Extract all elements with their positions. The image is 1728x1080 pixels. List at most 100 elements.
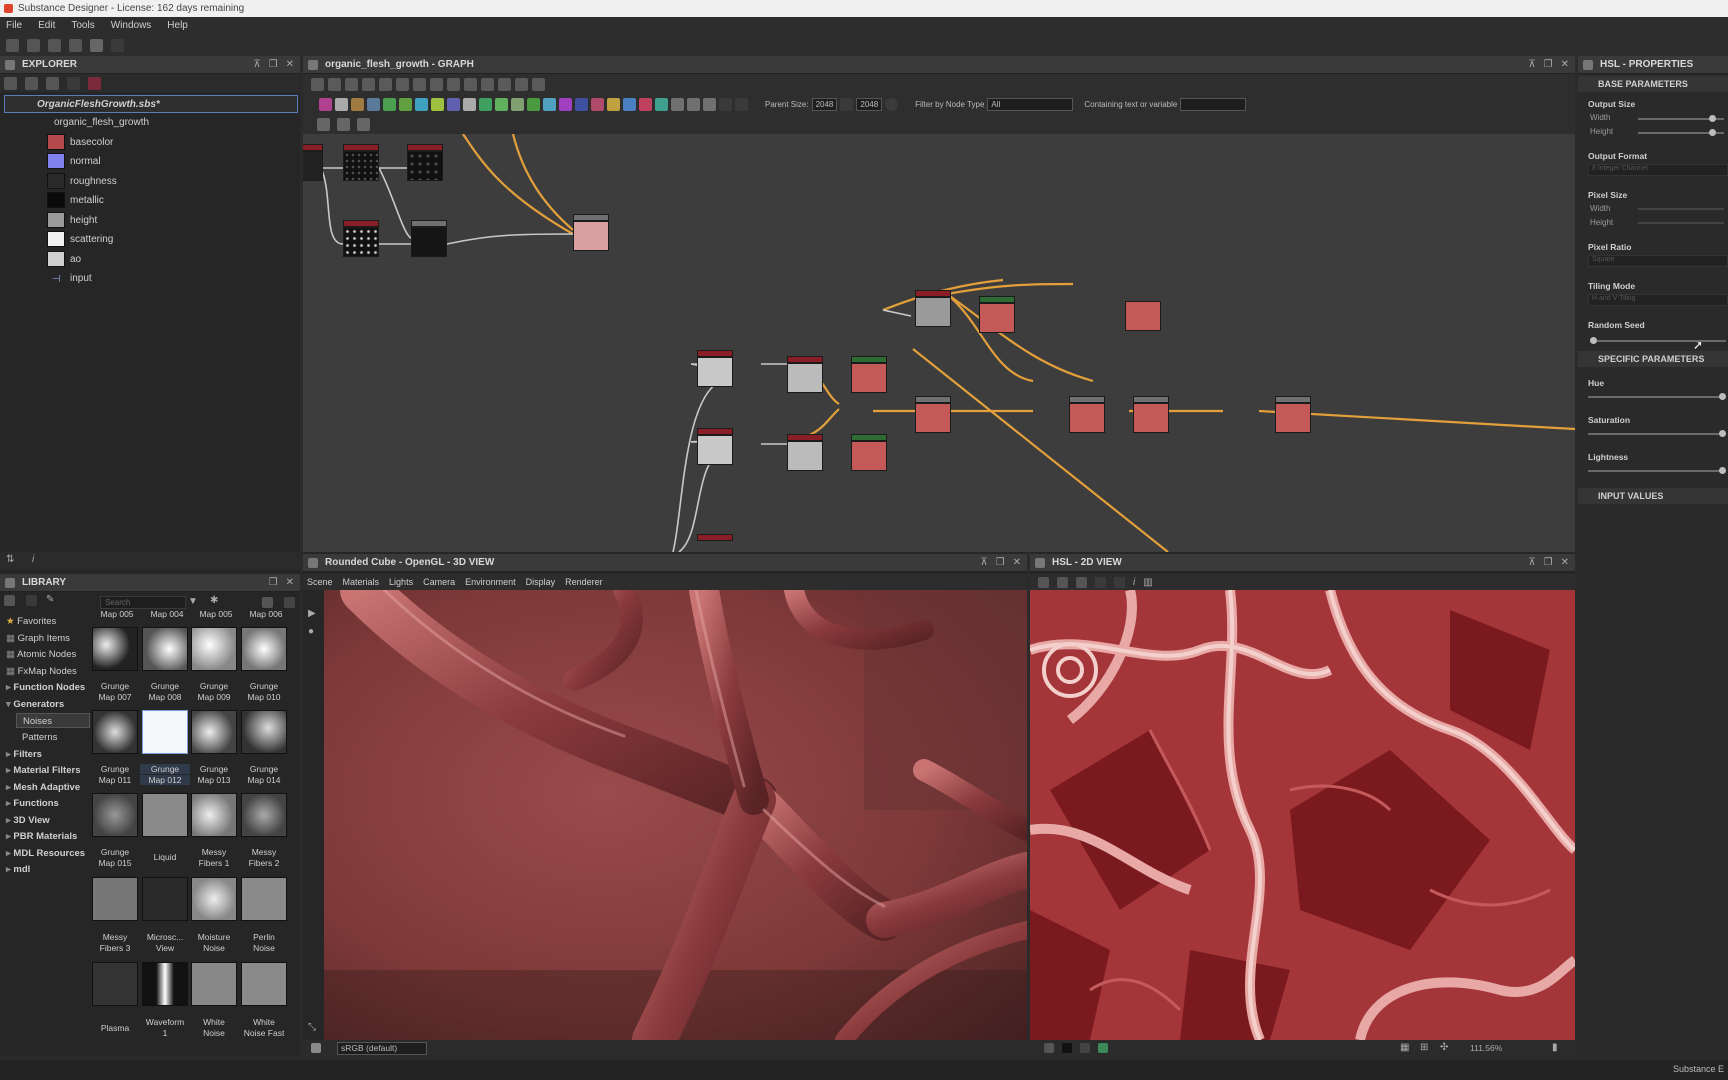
- save-icon[interactable]: [69, 38, 82, 52]
- thumb-moisture-noise[interactable]: [191, 877, 237, 921]
- menu-windows[interactable]: Windows: [111, 20, 152, 31]
- graph-node[interactable]: [915, 396, 951, 440]
- fit-icon[interactable]: [317, 118, 330, 131]
- output-height[interactable]: height: [70, 212, 97, 230]
- close-icon[interactable]: ✕: [1561, 554, 1569, 572]
- thumb-grunge-map-012[interactable]: [142, 710, 188, 754]
- category-favorites[interactable]: ★ Favorites: [6, 614, 56, 629]
- target-icon[interactable]: [515, 77, 528, 91]
- output-metallic[interactable]: metallic: [70, 192, 104, 210]
- refresh-icon[interactable]: [25, 76, 38, 90]
- node-pixel-icon[interactable]: [591, 97, 604, 111]
- random-seed-slider[interactable]: [1590, 337, 1726, 344]
- menu-lights[interactable]: Lights: [389, 577, 413, 587]
- node-blur-icon[interactable]: [495, 97, 508, 111]
- menu-edit[interactable]: Edit: [38, 20, 55, 31]
- category-3d-view[interactable]: ▸ 3D View: [6, 813, 50, 828]
- link-size-icon[interactable]: [840, 97, 854, 111]
- lightness-slider[interactable]: [1588, 467, 1726, 474]
- new-graph-icon[interactable]: [27, 38, 40, 52]
- graph-node[interactable]: [979, 296, 1015, 340]
- tile-icon[interactable]: [1098, 1043, 1108, 1053]
- checker-icon[interactable]: [1080, 1043, 1090, 1053]
- open-icon[interactable]: [48, 38, 61, 52]
- thumb-grunge-map-015[interactable]: [92, 793, 138, 837]
- grid-icon[interactable]: [430, 77, 443, 91]
- thumb-white-noise-fast[interactable]: [241, 962, 287, 1006]
- undo-icon[interactable]: [90, 38, 103, 52]
- fit-view-icon[interactable]: [1038, 576, 1049, 588]
- background-icon[interactable]: [1062, 1043, 1072, 1053]
- category-material-filters[interactable]: ▸ Material Filters: [6, 763, 80, 778]
- connect-icon[interactable]: [464, 77, 477, 91]
- float-icon[interactable]: ❐: [1544, 56, 1553, 74]
- align-icon[interactable]: [328, 77, 341, 91]
- category-fxmap-nodes[interactable]: ▦ FxMap Nodes: [6, 664, 77, 679]
- close-icon[interactable]: ✕: [1561, 56, 1569, 74]
- output-format-dropdown[interactable]: 8 Integer Channel: [1588, 164, 1728, 176]
- thumb-perlin-noise[interactable]: [241, 877, 287, 921]
- thumb-messy-fibers-2[interactable]: [241, 793, 287, 837]
- menu-environment[interactable]: Environment: [465, 577, 516, 587]
- category-filters[interactable]: ▸ Filters: [6, 747, 42, 762]
- funnel-icon[interactable]: ▼: [188, 596, 198, 607]
- node-fxmap-icon[interactable]: [575, 97, 588, 111]
- node-hsl-icon[interactable]: [447, 97, 460, 111]
- hash-icon[interactable]: [532, 77, 545, 91]
- graph-node[interactable]: [697, 350, 733, 394]
- graph-node[interactable]: [787, 356, 823, 400]
- new-package-icon[interactable]: [6, 38, 19, 52]
- star-filter-icon[interactable]: ✱: [210, 595, 218, 606]
- height-slider[interactable]: [1638, 129, 1724, 136]
- node-svg-icon[interactable]: [639, 97, 652, 111]
- pin-icon[interactable]: ⊼: [1528, 56, 1535, 74]
- category-noises[interactable]: Noises: [16, 713, 90, 728]
- thumb-microscope-view[interactable]: [142, 877, 188, 921]
- graph-node[interactable]: [1125, 294, 1161, 338]
- remove-icon[interactable]: [88, 76, 101, 90]
- library-add-icon[interactable]: [26, 595, 37, 606]
- category-patterns[interactable]: Patterns: [22, 730, 57, 745]
- 3d-viewport[interactable]: [324, 590, 1027, 1040]
- tool-icon[interactable]: [498, 77, 511, 91]
- output-scattering[interactable]: scattering: [70, 231, 113, 249]
- reset-icon[interactable]: [885, 97, 899, 111]
- node-dots-icon[interactable]: [703, 97, 716, 111]
- frame-icon[interactable]: [311, 77, 324, 91]
- thumb-grunge-map-011[interactable]: [92, 710, 138, 754]
- view-mode-icon[interactable]: [262, 597, 273, 608]
- hue-slider[interactable]: [1588, 393, 1726, 400]
- float-icon[interactable]: ❐: [269, 574, 278, 592]
- output-roughness[interactable]: roughness: [70, 173, 117, 191]
- cycle-icon[interactable]: [481, 77, 494, 91]
- node-uniform-icon[interactable]: [479, 97, 492, 111]
- thumb-white-noise[interactable]: [191, 962, 237, 1006]
- graph-node[interactable]: [1275, 396, 1311, 440]
- category-mesh-adaptive[interactable]: ▸ Mesh Adaptive: [6, 780, 80, 795]
- channel-icon[interactable]: [1044, 1043, 1054, 1053]
- info-icon[interactable]: i: [1133, 577, 1135, 588]
- node-sharpen-icon[interactable]: [511, 97, 524, 111]
- node-warp-icon[interactable]: [527, 97, 540, 111]
- graph-item[interactable]: organic_flesh_growth: [22, 114, 149, 132]
- node-levels-icon[interactable]: [399, 97, 412, 111]
- size-dropdown[interactable]: 2048: [856, 97, 883, 111]
- thumb-grunge-map-014[interactable]: [241, 710, 287, 754]
- thumb-plasma[interactable]: [92, 962, 138, 1006]
- zoom-level[interactable]: 111.56%: [1470, 1043, 1502, 1053]
- category-pbr-materials[interactable]: ▸ PBR Materials: [6, 829, 77, 844]
- pin-icon[interactable]: ⊼: [253, 56, 260, 74]
- node-grid-icon[interactable]: [463, 97, 476, 111]
- save-image-icon[interactable]: [1057, 576, 1068, 588]
- histogram-icon[interactable]: ▥: [1143, 577, 1152, 588]
- thumb-grunge-map-008[interactable]: [142, 627, 188, 671]
- expand-icon[interactable]: ⤡: [308, 1022, 316, 1033]
- thumb-grunge-map-007[interactable]: [92, 627, 138, 671]
- base-parameters-section[interactable]: BASE PARAMETERS: [1578, 76, 1728, 92]
- 2d-viewport[interactable]: [1030, 590, 1575, 1040]
- menu-camera[interactable]: Camera: [423, 577, 455, 587]
- library-search-input[interactable]: Search: [100, 596, 186, 609]
- menu-help[interactable]: Help: [167, 20, 188, 31]
- node-text-icon[interactable]: [623, 97, 636, 111]
- compass-icon[interactable]: ✣: [1440, 1042, 1448, 1053]
